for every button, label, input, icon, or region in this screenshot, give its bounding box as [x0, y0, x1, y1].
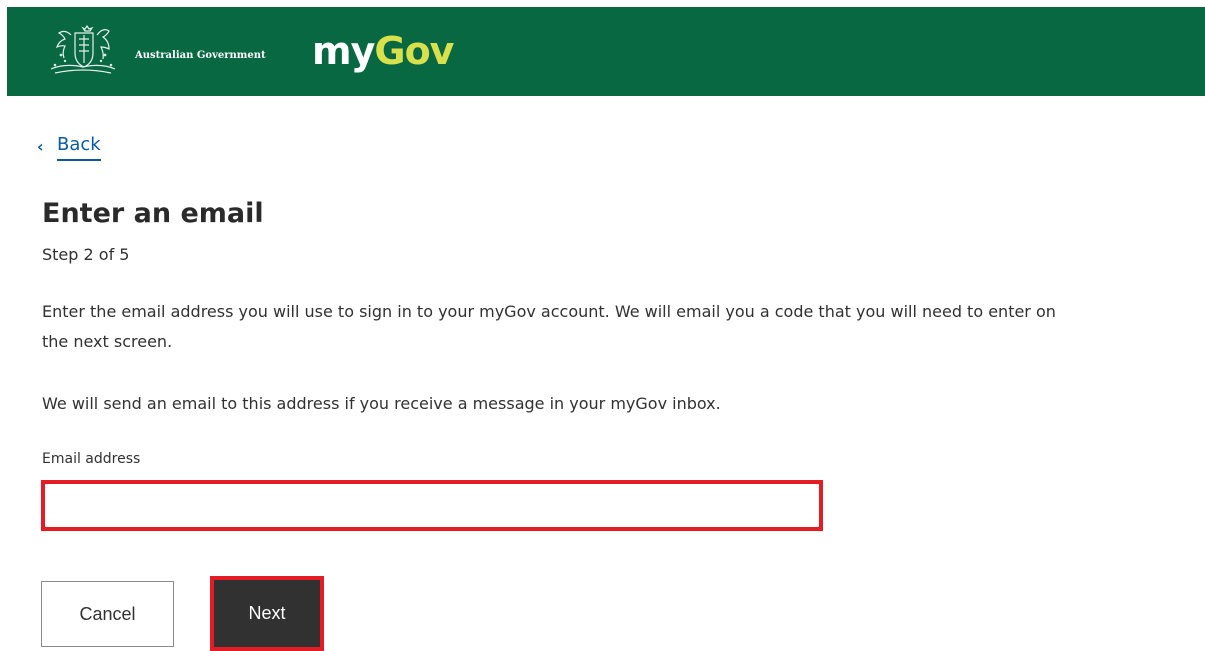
coat-of-arms-icon: [50, 25, 116, 74]
logo-part-my: my: [312, 29, 375, 73]
chevron-left-icon: ‹: [37, 137, 44, 156]
back-label: Back: [57, 133, 101, 161]
government-name: Australian Government: [135, 50, 266, 61]
email-label: Email address: [42, 451, 141, 467]
back-link[interactable]: ‹ Back: [37, 133, 101, 161]
site-header: Australian Government myGov: [7, 7, 1205, 96]
step-indicator: Step 2 of 5: [42, 245, 130, 264]
email-field[interactable]: [41, 480, 823, 531]
mygov-logo[interactable]: myGov: [312, 27, 454, 75]
notice-paragraph: We will send an email to this address if…: [42, 394, 721, 413]
page-title: Enter an email: [42, 198, 264, 229]
next-button[interactable]: Next: [210, 576, 324, 651]
logo-part-gov: Gov: [374, 29, 454, 73]
cancel-button[interactable]: Cancel: [41, 581, 174, 647]
intro-paragraph: Enter the email address you will use to …: [42, 302, 1056, 351]
